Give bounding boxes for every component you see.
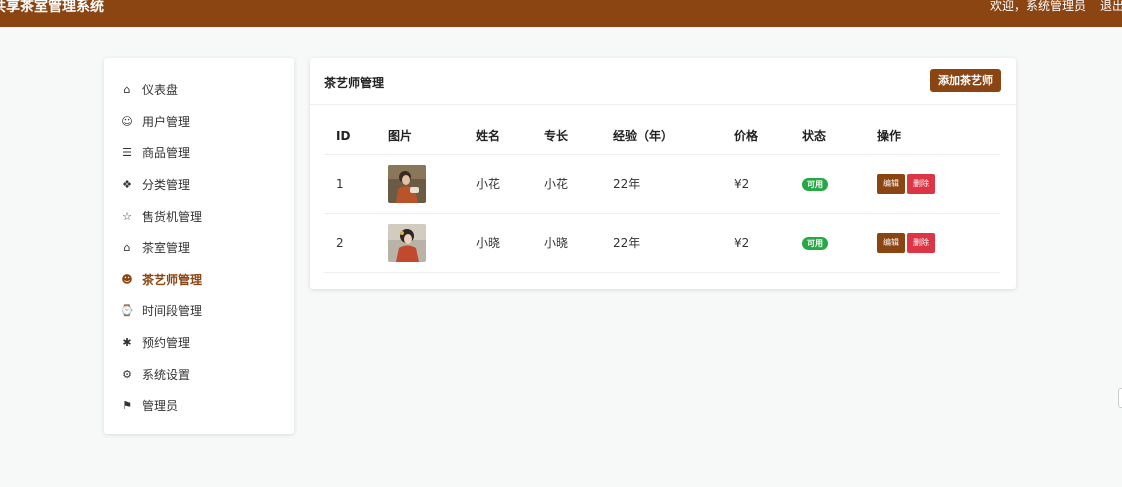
sidebar-item-users[interactable]: ☺ 用户管理: [104, 106, 294, 138]
delete-button[interactable]: 删除: [907, 232, 935, 253]
tea-master-icon: ☻: [121, 272, 133, 286]
logout-link[interactable]: 退出: [1100, 0, 1122, 12]
sidebar-item-tea-masters[interactable]: ☻ 茶艺师管理: [104, 264, 294, 296]
grid-icon: ❖: [122, 178, 132, 192]
card-header: 茶艺师管理 添加茶艺师: [310, 58, 1016, 105]
sidebar-item-label: 时间段管理: [142, 304, 203, 319]
side-panel-handle[interactable]: [1118, 388, 1122, 408]
welcome-text: 欢迎，系统管理员: [990, 0, 1087, 13]
sidebar-item-label: 管理员: [142, 399, 179, 414]
sidebar-item-label: 用户管理: [142, 114, 191, 129]
cell-experience: 22年: [601, 154, 722, 214]
table-row: 2 小晓 小晓 22年 ¥2 可用 编辑 删除: [324, 213, 1000, 273]
delete-button[interactable]: 删除: [907, 173, 935, 194]
cell-name: 小花: [464, 154, 532, 214]
flag-icon: ⚑: [122, 399, 132, 413]
clock-icon: ⌚: [120, 304, 134, 318]
cell-price: ¥2: [722, 154, 790, 214]
sidebar-item-products[interactable]: ☰ 商品管理: [104, 137, 294, 169]
cell-specialty: 小晓: [532, 213, 601, 273]
tea-master-photo: [388, 164, 426, 203]
sidebar-item-bookings[interactable]: ✱ 预约管理: [104, 327, 294, 359]
cell-actions: 编辑 删除: [865, 154, 1000, 214]
sidebar-item-label: 仪表盘: [142, 83, 179, 98]
sidebar-item-dashboard[interactable]: ⌂ 仪表盘: [104, 74, 294, 106]
sidebar-item-settings[interactable]: ⚙ 系统设置: [104, 358, 294, 390]
sidebar-item-label: 茶艺师管理: [142, 272, 203, 287]
sidebar-item-vending[interactable]: ☆ 售货机管理: [104, 200, 294, 232]
app-title[interactable]: 共享茶室管理系统: [0, 0, 104, 16]
sidebar: ⌂ 仪表盘 ☺ 用户管理 ☰ 商品管理 ❖ 分类管理 ☆ 售货机管理 ⌂ 茶室管…: [104, 58, 294, 434]
add-tea-master-button[interactable]: 添加茶艺师: [930, 69, 1001, 92]
home-icon: ⌂: [123, 83, 131, 97]
tea-master-card: 茶艺师管理 添加茶艺师 ID 图片 姓名 专长 经验（年） 价格 状态 操作 1: [310, 58, 1016, 289]
sidebar-item-label: 商品管理: [142, 146, 191, 161]
tea-master-photo: [388, 223, 426, 262]
cell-status: 可用: [790, 213, 865, 273]
tea-master-table: ID 图片 姓名 专长 经验（年） 价格 状态 操作 1 小花 小花 22年 ¥…: [324, 118, 1000, 273]
column-header-actions: 操作: [865, 118, 1000, 155]
cell-id: 1: [324, 154, 376, 214]
cell-image: [376, 154, 464, 214]
cell-image: [376, 213, 464, 273]
page-title: 茶艺师管理: [324, 76, 385, 90]
user-icon: ☺: [121, 114, 133, 128]
house-icon: ⌂: [123, 241, 131, 255]
sidebar-item-timeslots[interactable]: ⌚ 时间段管理: [104, 295, 294, 327]
cell-name: 小晓: [464, 213, 532, 273]
status-badge: 可用: [802, 178, 828, 191]
cell-experience: 22年: [601, 213, 722, 273]
sidebar-item-label: 售货机管理: [142, 209, 203, 224]
top-navbar: 共享茶室管理系统 欢迎，系统管理员 退出: [0, 0, 1122, 27]
sidebar-item-label: 预约管理: [142, 336, 191, 351]
sidebar-item-admins[interactable]: ⚑ 管理员: [104, 390, 294, 422]
edit-button[interactable]: 编辑: [877, 232, 905, 253]
asterisk-icon: ✱: [122, 336, 132, 350]
sidebar-item-tearooms[interactable]: ⌂ 茶室管理: [104, 232, 294, 264]
column-header-specialty: 专长: [532, 118, 601, 155]
sidebar-item-label: 分类管理: [142, 178, 191, 193]
cell-specialty: 小花: [532, 154, 601, 214]
cell-price: ¥2: [722, 213, 790, 273]
table-row: 1 小花 小花 22年 ¥2 可用 编辑 删除: [324, 154, 1000, 214]
column-header-image: 图片: [376, 118, 464, 155]
column-header-status: 状态: [790, 118, 865, 155]
column-header-name: 姓名: [464, 118, 532, 155]
column-header-price: 价格: [722, 118, 790, 155]
table-header-row: ID 图片 姓名 专长 经验（年） 价格 状态 操作: [324, 118, 1000, 155]
user-area: 欢迎，系统管理员 退出: [990, 0, 1122, 14]
sidebar-item-categories[interactable]: ❖ 分类管理: [104, 169, 294, 201]
cell-id: 2: [324, 213, 376, 273]
edit-button[interactable]: 编辑: [877, 173, 905, 194]
star-icon: ☆: [122, 209, 132, 223]
cell-actions: 编辑 删除: [865, 213, 1000, 273]
cell-status: 可用: [790, 154, 865, 214]
status-badge: 可用: [802, 237, 828, 250]
column-header-experience: 经验（年）: [601, 118, 722, 155]
sidebar-item-label: 系统设置: [142, 367, 191, 382]
column-header-id: ID: [324, 118, 376, 155]
sidebar-item-label: 茶室管理: [142, 241, 191, 256]
list-icon: ☰: [122, 146, 132, 160]
gear-icon: ⚙: [122, 367, 132, 381]
